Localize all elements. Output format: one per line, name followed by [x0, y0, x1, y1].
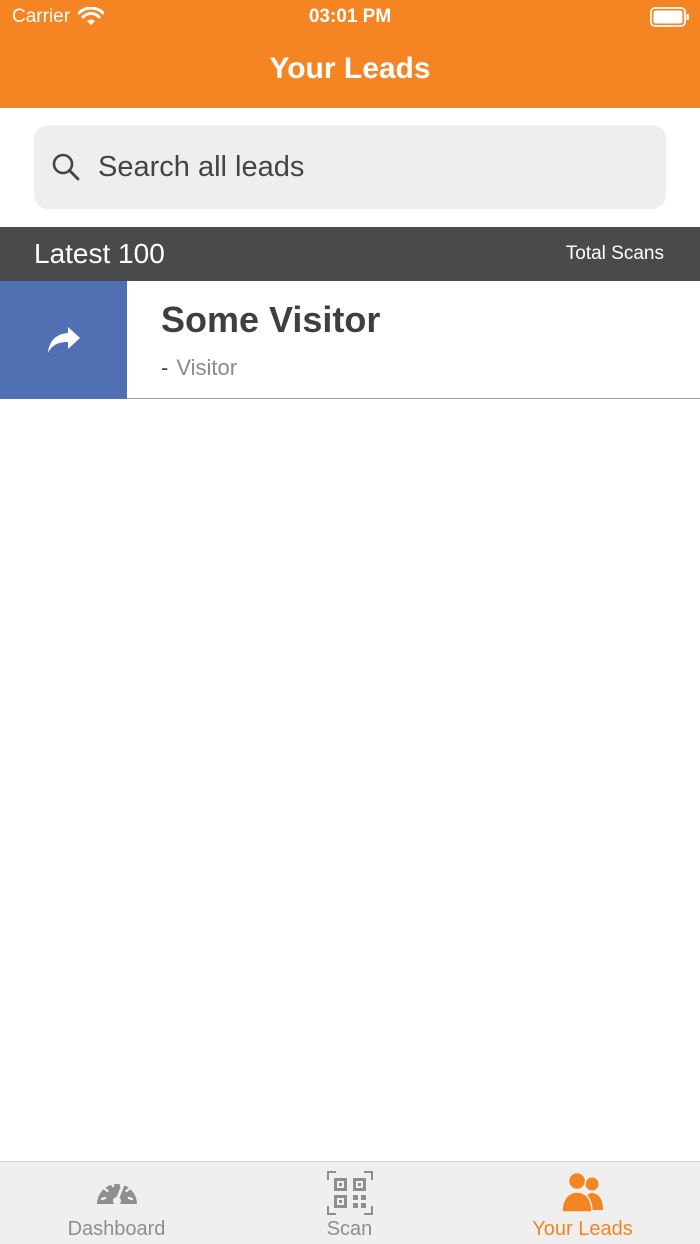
lead-row[interactable]: Some Visitor - Visitor — [0, 281, 700, 399]
share-arrow-icon — [47, 327, 80, 353]
tab-dashboard[interactable]: Dashboard — [0, 1162, 233, 1244]
battery-icon — [650, 7, 689, 27]
qr-code-icon — [326, 1171, 373, 1215]
section-header: Latest 100 Total Scans — [0, 227, 700, 281]
tab-bar: Dashboard Scan Your Leads — [0, 1161, 700, 1244]
users-icon — [560, 1171, 603, 1213]
tab-your-leads[interactable]: Your Leads — [466, 1162, 699, 1244]
top-bar: Carrier 03:01 PM Your Leads — [0, 0, 700, 108]
lead-dash: - — [161, 355, 169, 380]
tab-scan[interactable]: Scan — [233, 1162, 466, 1244]
leads-screen: Carrier 03:01 PM Your Leads Latest 100 T… — [0, 0, 700, 1244]
speedometer-icon — [96, 1181, 137, 1205]
tab-label: Dashboard — [67, 1218, 166, 1240]
lead-name: Some Visitor — [161, 299, 381, 340]
status-time: 03:01 PM — [308, 6, 392, 27]
share-button[interactable] — [0, 281, 127, 399]
search-icon — [52, 153, 80, 181]
tab-label: Scan — [326, 1218, 373, 1240]
tab-label: Your Leads — [532, 1218, 633, 1240]
search-bar[interactable] — [34, 125, 666, 209]
lead-type: Visitor — [176, 355, 238, 380]
page-title: Your Leads — [269, 52, 431, 85]
section-title: Latest 100 — [34, 238, 165, 269]
search-input[interactable] — [96, 149, 640, 185]
total-scans-label[interactable]: Total Scans — [566, 243, 664, 265]
lead-subtitle: - Visitor — [161, 355, 237, 381]
